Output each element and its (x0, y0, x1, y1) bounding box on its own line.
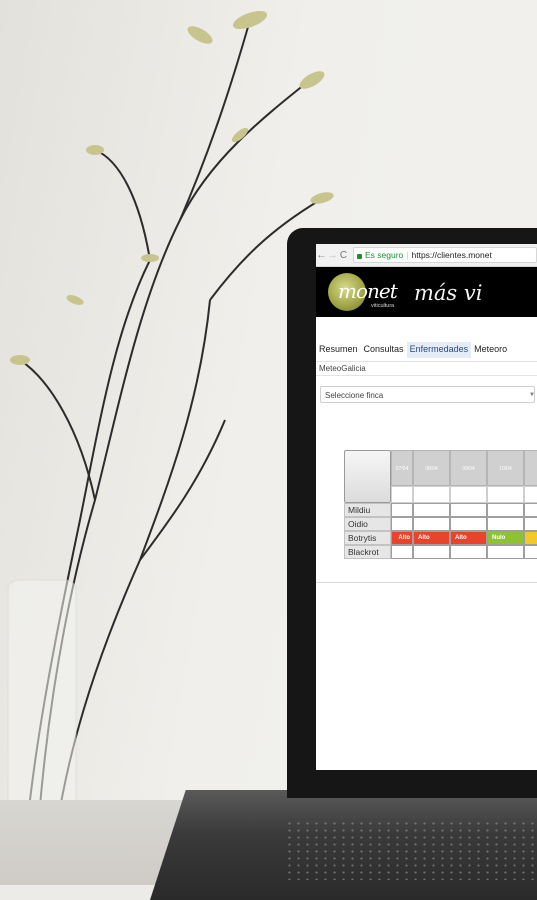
date-header: 10/04 (487, 450, 524, 486)
menu-item-enfermedades[interactable]: Enfermedades (406, 342, 472, 358)
back-arrow-icon[interactable]: ← (316, 250, 327, 261)
chevron-down-icon: ▼ (529, 392, 535, 398)
botrytis-risk-cell: Alto (391, 531, 413, 545)
forward-arrow-icon[interactable]: → (327, 250, 338, 261)
date-header: 09/04 (450, 450, 487, 486)
table-cell (487, 545, 524, 559)
date-header: 07/04 (391, 450, 413, 486)
table-cell (487, 503, 524, 517)
table-cell (413, 517, 450, 531)
lock-icon (357, 253, 362, 259)
date-subheader (487, 486, 524, 503)
laptop-screen: ← → C Es seguro | https://clientes.monet… (316, 244, 537, 770)
table-corner-cell (344, 450, 391, 503)
table-cell (524, 545, 537, 559)
table-cell (487, 517, 524, 531)
date-header (524, 450, 537, 486)
menu-item-consultas[interactable]: Consultas (361, 342, 407, 358)
row-label-blackrot: Blackrot (344, 545, 391, 559)
table-cell (413, 503, 450, 517)
row-label-mildiu: Mildiu (344, 503, 391, 517)
botrytis-risk-cell: Alto (413, 531, 450, 545)
date-subheader (391, 486, 413, 503)
menu-item-meteoro[interactable]: Meteoro (471, 342, 510, 358)
row-label-oidio: Oidio (344, 517, 391, 531)
header-tagline: más vi (414, 281, 483, 305)
content-divider (316, 582, 537, 583)
table-cell (391, 545, 413, 559)
address-bar[interactable]: Es seguro | https://clientes.monet (353, 247, 537, 263)
date-subheader (413, 486, 450, 503)
row-label-botrytis: Botrytis (344, 531, 391, 545)
browser-toolbar: ← → C Es seguro | https://clientes.monet (316, 244, 537, 267)
date-subheader (524, 486, 537, 503)
table-cell (413, 545, 450, 559)
source-label: MeteoGalicia (319, 364, 366, 373)
table-cell (450, 517, 487, 531)
table-cell (450, 545, 487, 559)
finca-select-value: Seleccione finca (325, 391, 384, 400)
table-cell (524, 503, 537, 517)
logo-text[interactable]: monet (338, 279, 398, 303)
secure-label: Es seguro (365, 250, 404, 260)
table-cell (450, 503, 487, 517)
site-header: monet viticultura más vi (316, 267, 537, 317)
date-header: 08/04 (413, 450, 450, 486)
keyboard-keys (285, 820, 537, 880)
source-subbar: MeteoGalicia (316, 361, 537, 376)
table-cell (391, 503, 413, 517)
finca-select[interactable]: Seleccione finca ▼ (320, 386, 535, 403)
table-cell (391, 517, 413, 531)
main-menu: Resumen Consultas Enfermedades Meteoro (316, 342, 510, 358)
botrytis-risk-cell: Alto (450, 531, 487, 545)
reload-icon[interactable]: C (338, 250, 349, 261)
table-cell (524, 517, 537, 531)
url-text: https://clientes.monet (411, 250, 492, 260)
botrytis-risk-cell (524, 531, 537, 545)
date-subheader (450, 486, 487, 503)
logo-subtitle: viticultura (371, 303, 395, 309)
botrytis-risk-cell: Nulo (487, 531, 524, 545)
address-separator: | (406, 250, 409, 260)
menu-item-resumen[interactable]: Resumen (316, 342, 361, 358)
